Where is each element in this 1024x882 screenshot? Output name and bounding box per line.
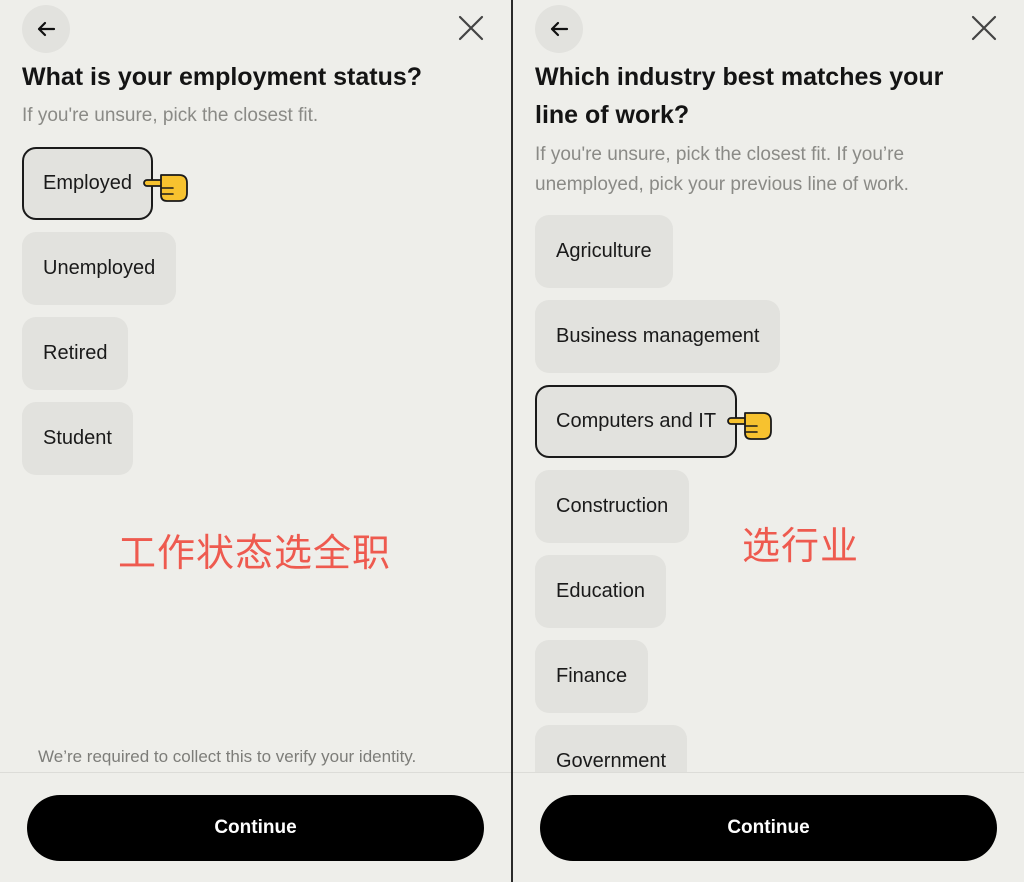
pointing-hand-icon [727, 412, 772, 440]
option-business-management[interactable]: Business management [535, 300, 781, 373]
page-subtitle: If you're unsure, pick the closest fit. … [535, 144, 909, 195]
option-label: Student [43, 427, 112, 449]
industry-options: Agriculture Business management Computer… [535, 215, 781, 798]
page-subtitle: If you're unsure, pick the closest fit. [22, 105, 319, 126]
continue-button[interactable]: Continue [27, 795, 484, 861]
verification-note: We’re required to collect this to verify… [38, 747, 417, 766]
industry-screen: Which industry best matches your line of… [513, 0, 1024, 882]
arrow-left-icon [37, 21, 56, 37]
option-label: Employed [43, 172, 132, 194]
screenshot-stage: What is your employment status? If you'r… [0, 0, 1024, 882]
option-label: Agriculture [556, 240, 652, 262]
option-label: Computers and IT [556, 410, 717, 432]
page-title: What is your employment status? [22, 63, 423, 91]
back-button[interactable] [535, 5, 583, 53]
option-student[interactable]: Student [22, 402, 133, 475]
option-label: Business management [556, 325, 760, 347]
option-agriculture[interactable]: Agriculture [535, 215, 673, 288]
page-title: Which industry best matches your line of… [535, 63, 944, 129]
close-x-icon [971, 15, 997, 41]
close-x-icon [458, 15, 484, 41]
option-retired[interactable]: Retired [22, 317, 129, 390]
option-label: Education [556, 580, 645, 602]
close-button[interactable] [455, 12, 487, 44]
option-label: Unemployed [43, 257, 156, 279]
annotation-text: 选行业 [742, 524, 860, 568]
employment-status-screen: What is your employment status? If you'r… [0, 0, 511, 882]
continue-button[interactable]: Continue [540, 795, 997, 861]
option-employed[interactable]: Employed [22, 147, 188, 220]
option-education[interactable]: Education [535, 555, 666, 628]
option-label: Retired [43, 342, 108, 364]
back-button[interactable] [22, 5, 70, 53]
option-unemployed[interactable]: Unemployed [22, 232, 177, 305]
option-construction[interactable]: Construction [535, 470, 690, 543]
option-label: Government [556, 750, 667, 772]
option-computers-and-it[interactable]: Computers and IT [535, 385, 772, 458]
close-button[interactable] [968, 12, 1000, 44]
option-label: Finance [556, 665, 628, 687]
pointing-hand-icon [143, 174, 188, 202]
option-label: Construction [556, 495, 669, 517]
annotation-text: 工作状态选全职 [118, 531, 392, 575]
option-finance[interactable]: Finance [535, 640, 649, 713]
employment-options: Employed Unemployed Retired Student [22, 147, 188, 475]
arrow-left-icon [550, 21, 569, 37]
